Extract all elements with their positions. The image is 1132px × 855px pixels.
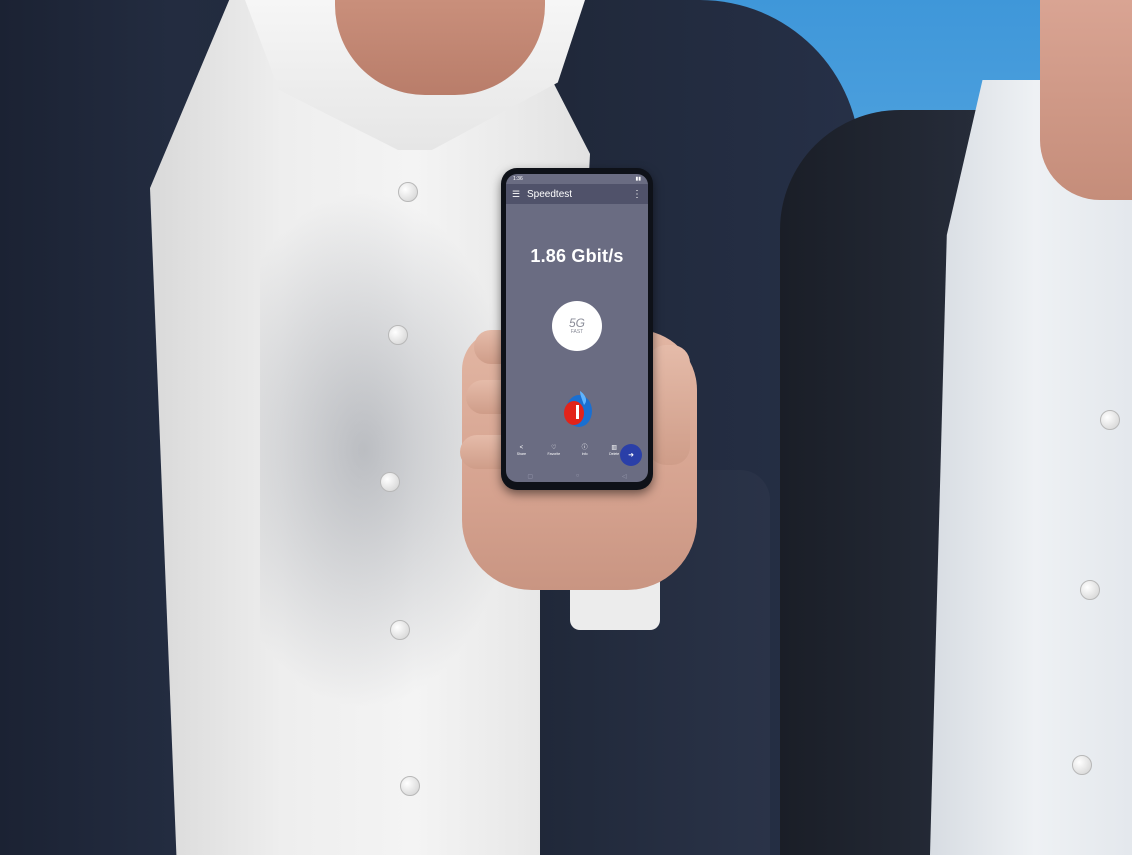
speedtest-fab-icon[interactable]: ➜ (620, 444, 642, 466)
shirt-button (1080, 580, 1100, 600)
shirt-button (380, 472, 400, 492)
shirt-button (400, 776, 420, 796)
share-button[interactable]: < Share (517, 445, 526, 457)
thumb (648, 345, 690, 465)
right-person-neck (1040, 0, 1132, 200)
app-title: Speedtest (527, 188, 573, 200)
shirt-button (390, 620, 410, 640)
info-label: Info (581, 452, 588, 456)
heart-icon: ♡ (551, 445, 557, 451)
shirt-button (398, 182, 418, 202)
phone-screen: 1:36 ▮▮ ☰ Speedtest ⋮ 1.86 Gbit/s 5G FAS… (506, 174, 648, 482)
app-bar: ☰ Speedtest ⋮ (506, 184, 648, 204)
back-icon[interactable]: ◁ (622, 473, 627, 480)
menu-icon[interactable]: ☰ (512, 189, 524, 200)
badge-network: 5G (568, 316, 585, 330)
info-icon: ⓘ (581, 445, 588, 451)
badge-label: FAST (570, 329, 584, 335)
delete-button[interactable]: ▥ Delete (609, 445, 619, 457)
info-button[interactable]: ⓘ Info (582, 445, 588, 457)
recent-apps-icon[interactable]: ▢ (527, 473, 533, 480)
smartphone: 1:36 ▮▮ ☰ Speedtest ⋮ 1.86 Gbit/s 5G FAS… (501, 168, 653, 490)
photo-scene: 1:36 ▮▮ ☰ Speedtest ⋮ 1.86 Gbit/s 5G FAS… (0, 0, 1132, 855)
shirt-button (1072, 755, 1092, 775)
delete-label: Delete (609, 452, 620, 456)
home-icon[interactable]: ○ (576, 473, 580, 479)
favorite-button[interactable]: ♡ Favorite (548, 445, 561, 457)
share-label: Share (516, 452, 527, 456)
favorite-label: Favorite (547, 452, 561, 456)
trash-icon: ▥ (611, 445, 617, 451)
share-icon: < (519, 445, 524, 451)
system-navigation: ▢ ○ ◁ (506, 472, 648, 480)
network-badge: 5G FAST (552, 301, 602, 351)
speed-result: 1.86 Gbit/s (530, 246, 624, 266)
more-vertical-icon[interactable]: ⋮ (632, 189, 642, 200)
status-bar: 1:36 ▮▮ (506, 174, 648, 184)
status-time: 1:36 (513, 176, 523, 182)
shirt-button (1100, 410, 1120, 430)
shirt-button (388, 325, 408, 345)
status-icons: ▮▮ (635, 176, 641, 182)
swisscom-logo (564, 391, 592, 427)
